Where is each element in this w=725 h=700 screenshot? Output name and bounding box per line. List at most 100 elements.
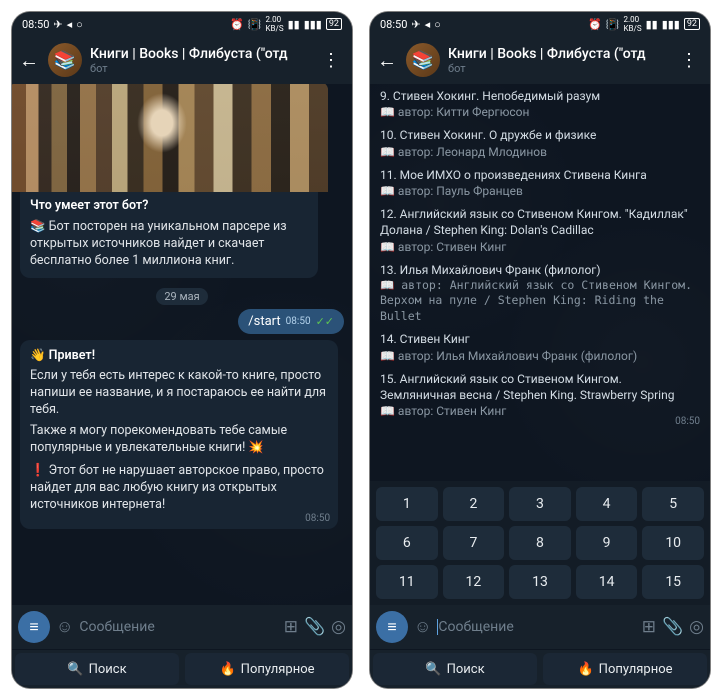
card-image [12, 84, 328, 192]
camera-icon[interactable]: ◎ [331, 617, 346, 637]
key-1[interactable]: 1 [376, 487, 438, 521]
avatar[interactable]: 📚 [406, 43, 440, 77]
emoji-icon[interactable]: ☺ [56, 617, 73, 637]
status-time: 08:50 [380, 18, 407, 31]
alarm-icon: ⏰ [588, 18, 602, 31]
status-bar: 08:50 ✈ ◂ ○ ⏰ 📳 2.00KB/S ▮▮ ▮▮▮ 92 [370, 12, 710, 36]
bottom-buttons: 🔍Поиск 🔥Популярное [12, 649, 352, 688]
key-8[interactable]: 8 [509, 526, 571, 560]
intro-card: Что умеет этот бот? 📚 Бот посторен на ун… [20, 90, 318, 278]
telegram-icon: ✈ [53, 18, 62, 31]
search-icon: 🔍 [425, 662, 441, 677]
phone-left: 08:50 ✈ ◂ ○ ⏰ 📳 2.00KB/S ▮▮ ▮▮▮ 92 ← 📚 К… [12, 12, 352, 688]
key-5[interactable]: 5 [642, 487, 704, 521]
status-time: 08:50 [22, 18, 49, 31]
key-6[interactable]: 6 [376, 526, 438, 560]
camera-icon[interactable]: ◎ [689, 617, 704, 637]
menu-button[interactable]: ≡ [18, 611, 50, 643]
key-3[interactable]: 3 [509, 487, 571, 521]
speed-icon: 2.00KB/S [624, 15, 642, 33]
date-chip: 29 мая [156, 288, 207, 305]
key-2[interactable]: 2 [443, 487, 505, 521]
key-11[interactable]: 11 [376, 565, 438, 599]
greeting-p2: Также я могу порекомендовать тебе самые … [30, 423, 328, 457]
input-bar: ≡ ☺ Сообщение ⊞ 📎 ◎ [12, 605, 352, 649]
signal2-icon: ▮▮▮ [662, 18, 680, 31]
avatar[interactable]: 📚 [48, 43, 82, 77]
popular-button[interactable]: 🔥Популярное [543, 653, 707, 685]
list-item: 15. Английский язык со Стивеном Кингом. … [380, 371, 700, 420]
key-7[interactable]: 7 [443, 526, 505, 560]
vibrate-icon: 📳 [248, 18, 262, 31]
out-time: 08:50 [286, 316, 311, 327]
battery-icon: 92 [326, 18, 342, 30]
key-4[interactable]: 4 [576, 487, 638, 521]
chat-body-left[interactable]: Что умеет этот бот? 📚 Бот посторен на ун… [12, 84, 352, 605]
key-12[interactable]: 12 [443, 565, 505, 599]
list-item: 11. Мое ИМХО о произведениях Стивена Кин… [380, 167, 700, 199]
status-bar: 08:50 ✈ ◂ ○ ⏰ 📳 2.00KB/S ▮▮ ▮▮▮ 92 [12, 12, 352, 36]
key-10[interactable]: 10 [642, 526, 704, 560]
arrow-icon: ◂ [425, 18, 431, 31]
greeting-message: 👋 Привет! Если у тебя есть интерес к как… [20, 340, 338, 530]
more-icon[interactable]: ⋮ [316, 50, 346, 71]
list-time: 08:50 [675, 416, 700, 427]
menu-button[interactable]: ≡ [376, 611, 408, 643]
chat-header: ← 📚 Книги | Books | Флибуста ("отд бот ⋮ [12, 36, 352, 84]
book-list: 9. Стивен Хокинг. Непобедимый разум📖 авт… [380, 88, 700, 426]
chat-title[interactable]: Книги | Books | Флибуста ("отд [90, 46, 308, 62]
message-input[interactable]: Сообщение [79, 619, 277, 635]
search-button[interactable]: 🔍Поиск [15, 653, 179, 685]
sticker-icon[interactable]: ⊞ [284, 617, 298, 637]
back-icon[interactable]: ← [18, 49, 40, 71]
card-title: Что умеет этот бот? [30, 198, 308, 215]
greeting-title: 👋 Привет! [30, 348, 328, 365]
greeting-p1: Если у тебя есть интерес к какой-то книг… [30, 368, 328, 419]
signal2-icon: ▮▮▮ [304, 18, 322, 31]
phone-right: 08:50 ✈ ◂ ○ ⏰ 📳 2.00KB/S ▮▮ ▮▮▮ 92 ← 📚 К… [370, 12, 710, 688]
list-item: 10. Стивен Хокинг. О дружбе и физике📖 ав… [380, 127, 700, 159]
list-item: 9. Стивен Хокинг. Непобедимый разум📖 авт… [380, 88, 700, 120]
inline-keyboard: 123456789101112131415 [370, 481, 710, 605]
out-text: /start [248, 314, 280, 329]
key-13[interactable]: 13 [509, 565, 571, 599]
list-item: 12. Английский язык со Стивеном Кингом. … [380, 206, 700, 255]
chat-header: ← 📚 Книги | Books | Флибуста ("отд бот ⋮ [370, 36, 710, 84]
back-icon[interactable]: ← [376, 49, 398, 71]
search-button[interactable]: 🔍Поиск [373, 653, 537, 685]
more-icon[interactable]: ⋮ [674, 50, 704, 71]
vibrate-icon: 📳 [606, 18, 620, 31]
key-15[interactable]: 15 [642, 565, 704, 599]
sticker-icon[interactable]: ⊞ [642, 617, 656, 637]
outgoing-message: /start 08:50 ✓✓ [238, 309, 344, 334]
dot-icon: ○ [76, 18, 83, 31]
card-text: 📚 Бот посторен на уникальном парсере из … [30, 219, 308, 270]
read-checks-icon: ✓✓ [316, 315, 334, 328]
signal-icon: ▮▮ [288, 18, 300, 31]
chat-title[interactable]: Книги | Books | Флибуста ("отд [448, 46, 666, 62]
input-bar: ≡ ☺ Сообщение ⊞ 📎 ◎ [370, 605, 710, 649]
search-icon: 🔍 [67, 662, 83, 677]
fire-icon: 🔥 [219, 662, 235, 677]
speed-icon: 2.00KB/S [266, 15, 284, 33]
telegram-icon: ✈ [411, 18, 420, 31]
alarm-icon: ⏰ [230, 18, 244, 31]
message-input[interactable]: Сообщение [437, 619, 635, 635]
attach-icon[interactable]: 📎 [304, 617, 325, 637]
signal-icon: ▮▮ [646, 18, 658, 31]
chat-subtitle: бот [90, 62, 308, 75]
popular-button[interactable]: 🔥Популярное [185, 653, 349, 685]
fire-icon: 🔥 [577, 662, 593, 677]
attach-icon[interactable]: 📎 [662, 617, 683, 637]
arrow-icon: ◂ [67, 18, 73, 31]
chat-subtitle: бот [448, 62, 666, 75]
emoji-icon[interactable]: ☺ [414, 617, 431, 637]
chat-body-right[interactable]: 9. Стивен Хокинг. Непобедимый разум📖 авт… [370, 84, 710, 481]
list-item: 14. Стивен Кинг📖 автор: Илья Михайлович … [380, 331, 700, 363]
dot-icon: ○ [434, 18, 441, 31]
key-9[interactable]: 9 [576, 526, 638, 560]
bottom-buttons: 🔍Поиск 🔥Популярное [370, 649, 710, 688]
key-14[interactable]: 14 [576, 565, 638, 599]
list-item: 13. Илья Михайлович Франк (филолог)📖 авт… [380, 262, 700, 325]
greeting-p3: ❗ Этот бот не нарушает авторское право, … [30, 463, 328, 514]
